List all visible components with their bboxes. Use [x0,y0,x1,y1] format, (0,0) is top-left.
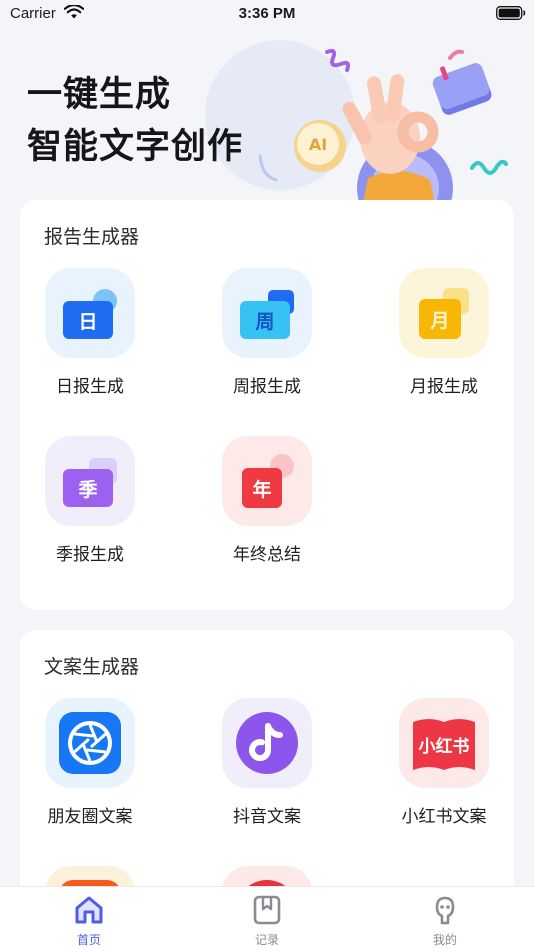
tile-weekly-report[interactable]: 周 周报生成 [207,268,327,397]
bookmark-icon [253,895,281,925]
tab-bar: 首页 记录 我的 [0,886,534,950]
report-generator-card: 报告生成器 日 日报生成 周 周报生成 月 月报生成 季 季报生成 年 年终总结 [20,200,514,610]
daily-report-icon: 日 [45,268,135,358]
tile-label: 年终总结 [233,545,301,565]
tab-home[interactable]: 首页 [44,895,134,948]
tile-label: 抖音文案 [233,807,301,827]
hero-title-line1: 一键生成 [27,74,172,115]
hero-banner: 一键生成 智能文字创作 AI [0,28,534,208]
book-decoration-icon [432,63,492,115]
camera-shutter-icon [45,698,135,788]
monthly-report-icon: 月 [399,268,489,358]
year-end-summary-icon: 年 [222,436,312,526]
quarterly-report-icon: 季 [45,436,135,526]
battery-icon [496,6,526,20]
tile-moments-copy[interactable]: 朋友圈文案 [30,698,150,827]
svg-text:年: 年 [252,478,271,501]
profile-icon [435,896,455,925]
weekly-report-icon: 周 [222,268,312,358]
tab-label: 记录 [254,933,279,947]
tile-label: 季报生成 [56,545,124,565]
tile-label: 周报生成 [233,377,301,397]
tile-xiaohongshu-copy[interactable]: 小红书 小红书文案 [384,698,504,827]
section-title: 文案生成器 [44,656,140,678]
tile-label: 月报生成 [410,377,478,397]
squiggle-decoration [470,159,508,175]
music-note-icon [222,698,312,788]
svg-text:月: 月 [429,310,449,332]
tab-label: 首页 [76,933,101,947]
tile-label: 小红书文案 [401,807,487,827]
status-bar: Carrier 3:36 PM [0,0,534,28]
arc-decoration [258,154,278,182]
clock: 3:36 PM [238,5,296,22]
tile-daily-report[interactable]: 日 日报生成 [30,268,150,397]
tile-monthly-report[interactable]: 月 月报生成 [384,268,504,397]
svg-text:日: 日 [78,311,97,333]
tab-records[interactable]: 记录 [222,895,312,948]
svg-text:季: 季 [78,479,97,501]
squiggle-decoration [325,48,351,72]
svg-text:AI: AI [309,135,327,154]
svg-text:周: 周 [255,311,274,333]
ai-badge-icon: AI [294,120,346,172]
tab-label: 我的 [432,933,457,947]
hero-illustration: AI [258,48,508,208]
tab-profile[interactable]: 我的 [400,895,490,948]
book-icon: 小红书 [399,698,489,788]
svg-text:小红书: 小红书 [419,736,470,757]
section-title: 报告生成器 [44,226,140,248]
hero-title-line2: 智能文字创作 [27,126,244,167]
home-icon [75,896,103,924]
tile-douyin-copy[interactable]: 抖音文案 [207,698,327,827]
tile-quarterly-report[interactable]: 季 季报生成 [30,436,150,565]
tile-label: 朋友圈文案 [47,807,133,827]
tile-year-end-summary[interactable]: 年 年终总结 [207,436,327,565]
tile-label: 日报生成 [56,377,124,397]
